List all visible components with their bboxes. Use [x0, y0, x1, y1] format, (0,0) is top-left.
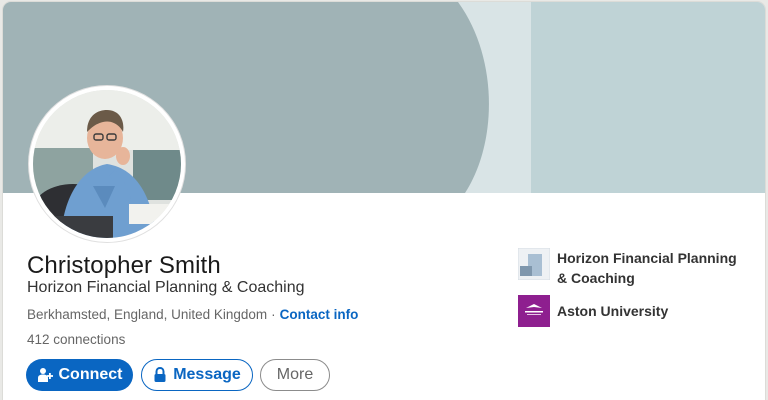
- separator: ·: [271, 307, 276, 322]
- message-label: Message: [173, 366, 241, 383]
- profile-name: Christopher Smith: [27, 252, 221, 279]
- horizon-logo-icon: [518, 248, 550, 280]
- profile-photo[interactable]: [29, 86, 185, 242]
- aston-university-logo-icon: [518, 295, 550, 327]
- contact-info-link[interactable]: Contact info: [280, 307, 359, 322]
- more-label: More: [276, 366, 314, 383]
- affiliation-education[interactable]: Aston University: [518, 295, 747, 327]
- affiliation-label: Horizon Financial Planning & Coaching: [557, 250, 737, 286]
- connections-count: 412 connections: [27, 332, 126, 347]
- more-button[interactable]: More: [260, 359, 330, 391]
- connect-button[interactable]: Connect: [26, 359, 133, 391]
- person-add-icon: [37, 367, 53, 383]
- profile-headline: Horizon Financial Planning & Coaching: [27, 279, 305, 296]
- profile-location: Berkhamsted, England, United Kingdom: [27, 307, 268, 322]
- affiliation-label: Aston University: [557, 303, 669, 319]
- profile-card: Christopher Smith Horizon Financial Plan…: [3, 2, 765, 400]
- location-row: Berkhamsted, England, United Kingdom · Con…: [27, 307, 358, 322]
- affiliation-current-company[interactable]: Horizon Financial Planning & Coaching: [518, 248, 747, 288]
- message-button[interactable]: Message: [141, 359, 253, 391]
- connect-label: Connect: [58, 366, 123, 383]
- lock-icon: [153, 367, 167, 383]
